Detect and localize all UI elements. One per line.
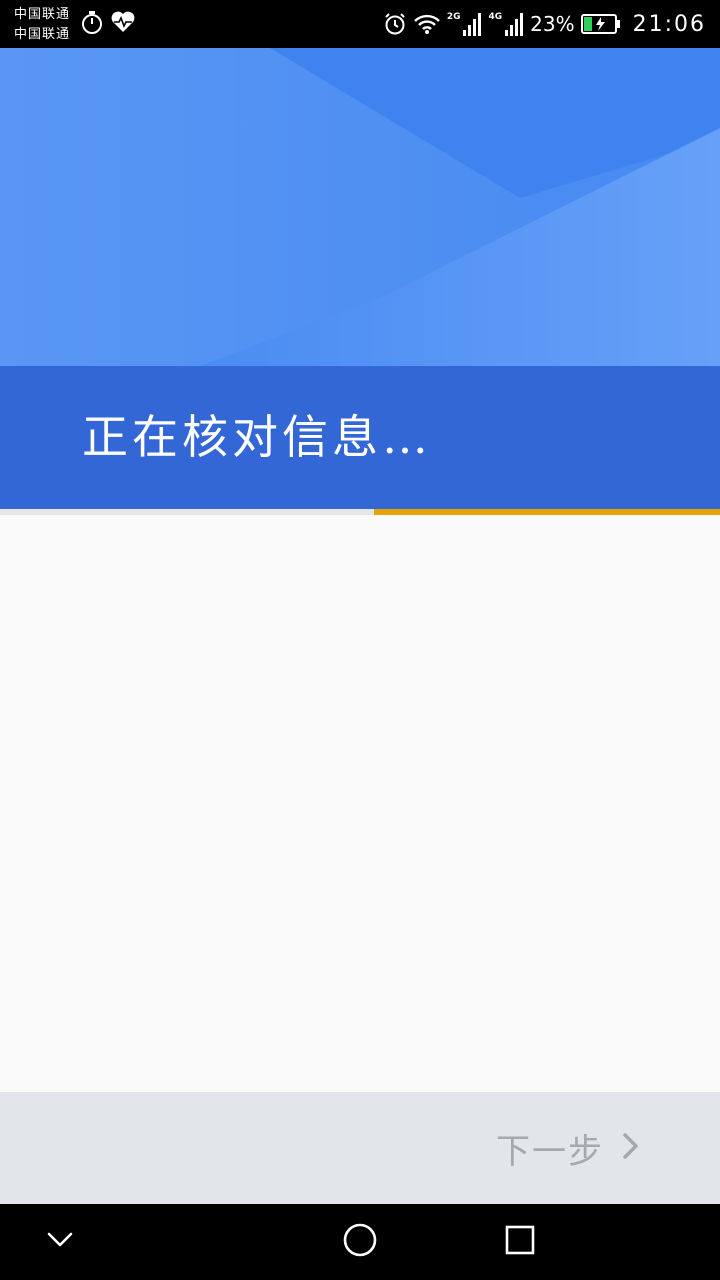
carrier-info: 中国联通 中国联通	[14, 5, 70, 45]
signal-icon	[504, 12, 524, 36]
battery-percent: 23%	[530, 12, 575, 36]
header-banner: 正在核对信息…	[0, 48, 720, 509]
signal-icon	[462, 12, 482, 36]
carrier-2-label: 中国联通	[14, 27, 71, 42]
next-button-label: 下一步	[496, 1131, 604, 1172]
next-button[interactable]: 下一步	[496, 1120, 640, 1176]
wifi-icon	[413, 13, 441, 35]
clock: 21:06	[632, 11, 706, 37]
recents-button[interactable]	[480, 1204, 560, 1280]
chevron-down-icon	[46, 1231, 74, 1253]
heart-rate-icon	[110, 10, 136, 40]
carrier-1-label: 中国联通	[14, 7, 71, 22]
page-title: 正在核对信息…	[82, 410, 432, 464]
status-bar: 中国联通 中国联通 2G 4G 23% 21:06	[0, 0, 720, 48]
home-button[interactable]	[320, 1204, 400, 1280]
navigation-bar	[0, 1204, 720, 1280]
recents-square-icon	[504, 1224, 536, 1260]
battery-charging-icon	[580, 13, 621, 35]
back-button[interactable]	[20, 1204, 100, 1280]
content-area	[0, 515, 720, 1092]
chevron-right-icon	[622, 1132, 640, 1164]
network-2g-label: 2G	[446, 12, 461, 22]
home-circle-icon	[342, 1222, 378, 1262]
action-bar: 下一步	[0, 1092, 720, 1204]
stopwatch-icon	[80, 10, 104, 40]
network-4g-label: 4G	[488, 12, 503, 22]
alarm-icon	[383, 12, 407, 36]
